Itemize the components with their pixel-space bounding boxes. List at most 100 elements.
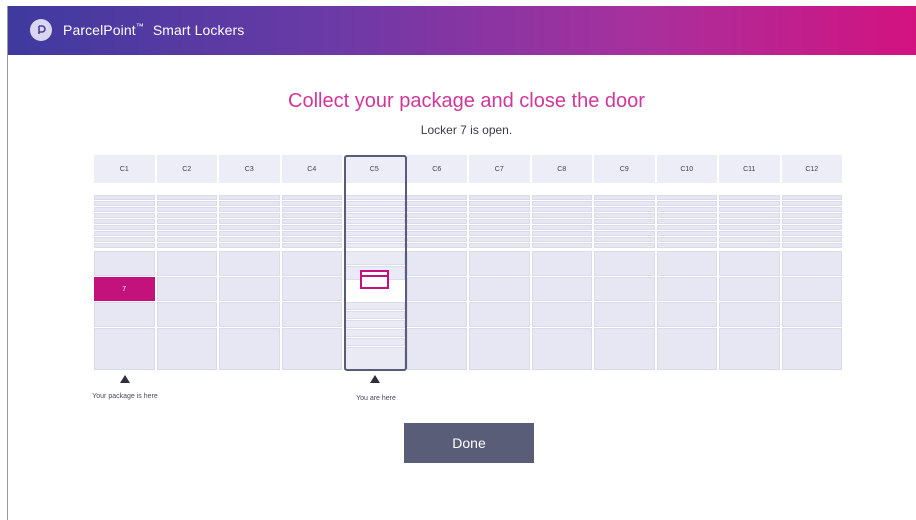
locker-compartment — [406, 237, 467, 242]
locker-compartment — [281, 277, 342, 301]
locker-compartment — [531, 277, 592, 301]
locker-compartment — [531, 302, 592, 327]
locker-compartment — [469, 251, 530, 276]
locker-compartment — [94, 302, 155, 327]
locker-compartment — [594, 195, 655, 200]
locker-compartment — [594, 277, 655, 301]
locker-compartment — [94, 328, 155, 370]
locker-compartment — [594, 207, 655, 212]
locker-compartment — [406, 328, 467, 370]
brand-title: ParcelPoint™ Smart Lockers — [63, 22, 244, 38]
locker-compartment — [281, 231, 342, 236]
column-header-c6: C6 — [406, 155, 467, 183]
locker-compartment — [781, 219, 842, 224]
locker-compartment — [469, 195, 530, 200]
locker-compartment — [94, 219, 155, 224]
locker-compartment — [156, 231, 217, 236]
locker-compartment — [156, 243, 217, 248]
column-header-c1: C1 — [94, 155, 155, 183]
current-column-highlight — [344, 155, 407, 371]
you-are-here-label: You are here — [356, 395, 396, 402]
locker-compartment — [656, 277, 717, 301]
locker-compartment — [594, 302, 655, 327]
locker-compartment — [719, 207, 780, 212]
locker-compartment — [469, 213, 530, 218]
locker-compartment — [94, 195, 155, 200]
locker-compartment — [469, 207, 530, 212]
locker-compartment — [94, 213, 155, 218]
locker-compartment — [406, 231, 467, 236]
column-header-c7: C7 — [469, 155, 530, 183]
app-header: ParcelPoint™ Smart Lockers — [8, 6, 916, 55]
locker-compartment — [156, 302, 217, 327]
locker-compartment — [219, 213, 280, 218]
locker-compartment — [656, 251, 717, 276]
locker-compartment — [781, 328, 842, 370]
locker-compartment — [281, 201, 342, 206]
locker-compartment — [531, 237, 592, 242]
locker-compartment — [719, 225, 780, 230]
locker-compartment — [219, 277, 280, 301]
locker-compartment — [219, 237, 280, 242]
locker-compartment — [781, 225, 842, 230]
locker-compartment — [94, 207, 155, 212]
package-arrow-icon — [120, 375, 130, 383]
locker-compartment — [719, 277, 780, 301]
locker-compartment — [219, 328, 280, 370]
locker-compartment — [281, 302, 342, 327]
locker-compartment — [531, 251, 592, 276]
locker-compartment — [656, 225, 717, 230]
locker-compartment — [156, 277, 217, 301]
locker-compartment — [219, 231, 280, 236]
locker-compartment — [469, 277, 530, 301]
locker-compartment — [281, 207, 342, 212]
locker-compartment — [281, 328, 342, 370]
locker-compartment — [156, 328, 217, 370]
locker-compartment — [531, 231, 592, 236]
locker-compartment — [656, 195, 717, 200]
locker-compartment — [469, 328, 530, 370]
locker-compartment — [156, 195, 217, 200]
locker-compartment — [219, 201, 280, 206]
locker-compartment — [219, 243, 280, 248]
locker-compartment — [594, 328, 655, 370]
product-name: Smart Lockers — [152, 22, 245, 38]
locker-compartment — [469, 231, 530, 236]
locker-compartment — [469, 243, 530, 248]
locker-compartment — [719, 328, 780, 370]
locker-compartment — [156, 201, 217, 206]
locker-compartment — [406, 243, 467, 248]
locker-compartment — [656, 243, 717, 248]
column-header-c12: C12 — [781, 155, 842, 183]
trademark-symbol: ™ — [135, 22, 144, 31]
locker-compartment — [781, 207, 842, 212]
locker-grid: C1 7 C2 C3 C4 C5 C6 C7 C8 C9 C10 C11 C12 — [94, 155, 844, 370]
locker-compartment — [531, 207, 592, 212]
column-header-c8: C8 — [531, 155, 592, 183]
locker-compartment — [406, 277, 467, 301]
locker-compartment — [94, 225, 155, 230]
locker-compartment — [156, 207, 217, 212]
locker-compartment — [281, 195, 342, 200]
done-button[interactable]: Done — [404, 423, 534, 463]
locker-compartment — [594, 213, 655, 218]
locker-compartment — [594, 231, 655, 236]
locker-compartment — [156, 225, 217, 230]
package-location-label: Your package is here — [92, 393, 158, 400]
column-header-c9: C9 — [594, 155, 655, 183]
locker-compartment — [781, 277, 842, 301]
locker-compartment — [594, 225, 655, 230]
locker-compartment — [94, 243, 155, 248]
locker-compartment — [719, 195, 780, 200]
locker-compartment — [656, 207, 717, 212]
locker-compartment — [406, 302, 467, 327]
locker-compartment — [531, 328, 592, 370]
locker-compartment — [781, 237, 842, 242]
locker-compartment — [719, 302, 780, 327]
locker-compartment — [406, 251, 467, 276]
locker-compartment — [594, 219, 655, 224]
locker-compartment — [406, 225, 467, 230]
locker-compartment — [781, 243, 842, 248]
locker-compartment — [531, 201, 592, 206]
locker-compartment — [406, 219, 467, 224]
